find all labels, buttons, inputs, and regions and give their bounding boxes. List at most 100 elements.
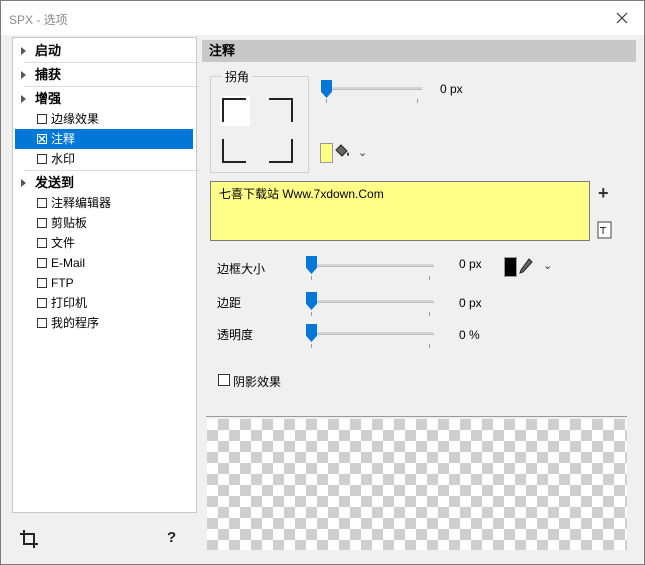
- close-button[interactable]: [600, 1, 644, 35]
- paint-bucket-icon[interactable]: [335, 143, 351, 159]
- slider-tick: [429, 276, 430, 280]
- corner-radius-slider[interactable]: [322, 87, 422, 90]
- svg-text:T: T: [599, 226, 607, 237]
- divider: [24, 86, 200, 87]
- tree-item-ftp[interactable]: FTP: [15, 273, 193, 293]
- slider-tick: [311, 312, 312, 316]
- shadow-effect-checkbox[interactable]: [218, 374, 230, 386]
- annotation-text: 七喜下载站 Www.7xdown.Com: [219, 187, 384, 201]
- tree-item-printer[interactable]: 打印机: [15, 293, 193, 313]
- opacity-slider-thumb[interactable]: [306, 324, 317, 342]
- tree-item-file[interactable]: 文件: [15, 233, 193, 253]
- tree-item-label: 打印机: [51, 296, 88, 310]
- annotation-preview: [207, 419, 627, 550]
- tree-item-annotation[interactable]: 注释: [15, 129, 193, 149]
- file-checkbox[interactable]: [37, 238, 47, 248]
- opacity-label: 透明度: [217, 328, 254, 342]
- margin-slider[interactable]: [307, 300, 434, 303]
- tree-item-label: 启动: [35, 43, 62, 58]
- window-title: SPX - 选项: [9, 13, 68, 27]
- tree-item-label: 水印: [51, 152, 76, 166]
- corner-group-label: 拐角: [222, 68, 253, 85]
- tree-item-label: 发送到: [35, 175, 75, 190]
- margin-value: 0 px: [459, 296, 482, 310]
- tree-item-clipboard[interactable]: 剪贴板: [15, 213, 193, 233]
- tree-item-label: E-Mail: [51, 256, 86, 270]
- corner-top-right-button[interactable]: [269, 98, 293, 122]
- category-tree[interactable]: 启动 捕获 增强 边缘效果 注释 水印 发送到 注释编辑器 剪贴板 文件 E-M…: [12, 37, 200, 513]
- add-button[interactable]: +: [598, 183, 609, 204]
- annotation-text-area[interactable]: 七喜下载站 Www.7xdown.Com: [210, 181, 590, 241]
- tree-item-label: 我的程序: [51, 316, 100, 330]
- clipboard-checkbox[interactable]: [37, 218, 47, 228]
- tree-item-watermark[interactable]: 水印: [15, 149, 193, 169]
- slider-tick: [417, 99, 418, 103]
- tree-item-label: 注释: [51, 132, 76, 146]
- tree-item-capture[interactable]: 捕获: [15, 65, 193, 85]
- tree-item-email[interactable]: E-Mail: [15, 253, 193, 273]
- opacity-value: 0 %: [459, 328, 480, 342]
- shadow-effect-label[interactable]: 阴影效果: [233, 373, 281, 390]
- corner-bottom-left-button[interactable]: [222, 139, 246, 163]
- border-size-slider[interactable]: [307, 264, 434, 267]
- margin-slider-thumb[interactable]: [306, 292, 317, 310]
- tree-item-annotation-editor[interactable]: 注释编辑器: [15, 193, 193, 213]
- corner-top-left-button[interactable]: [222, 98, 246, 122]
- divider: [24, 62, 200, 63]
- slider-tick: [326, 99, 327, 103]
- settings-panel: 注释 拐角 0 px ⌄ 七喜下载站 Www.7xdown.Com + T 边框…: [202, 37, 636, 557]
- tree-item-edge-effect[interactable]: 边缘效果: [15, 109, 193, 129]
- help-button[interactable]: ?: [167, 529, 185, 549]
- watermark-checkbox[interactable]: [37, 154, 47, 164]
- tree-item-startup[interactable]: 启动: [15, 41, 193, 61]
- my-program-checkbox[interactable]: [37, 318, 47, 328]
- tree-item-my-program[interactable]: 我的程序: [15, 313, 193, 333]
- expand-arrow-icon: [21, 95, 26, 103]
- annotation-checkbox[interactable]: [37, 134, 47, 144]
- preview-divider: [206, 416, 627, 417]
- crop-icon: [20, 530, 38, 548]
- fill-color-swatch[interactable]: [320, 143, 333, 163]
- border-color-swatch[interactable]: [504, 257, 517, 277]
- expand-arrow-icon: [21, 179, 26, 187]
- tree-item-send-to[interactable]: 发送到: [15, 173, 193, 193]
- corner-radius-slider-thumb[interactable]: [321, 80, 332, 98]
- expand-arrow-icon: [21, 47, 26, 55]
- options-window: SPX - 选项 启动 捕获 增强 边缘效果 注释 水印 发送到 注释编辑器 剪…: [0, 0, 645, 565]
- slider-tick: [429, 344, 430, 348]
- crop-button[interactable]: [19, 529, 41, 551]
- tree-item-label: 增强: [35, 91, 62, 106]
- border-color-dropdown-chevron-icon[interactable]: ⌄: [543, 259, 552, 272]
- check-x-icon: [38, 135, 46, 143]
- slider-tick: [311, 276, 312, 280]
- tree-item-label: 边缘效果: [51, 112, 100, 126]
- email-checkbox[interactable]: [37, 258, 47, 268]
- fill-color-dropdown-chevron-icon[interactable]: ⌄: [358, 146, 367, 159]
- printer-checkbox[interactable]: [37, 298, 47, 308]
- margin-label: 边距: [217, 296, 242, 310]
- slider-tick: [429, 312, 430, 316]
- border-size-slider-thumb[interactable]: [306, 256, 317, 274]
- annotation-editor-checkbox[interactable]: [37, 198, 47, 208]
- pencil-icon[interactable]: [519, 258, 533, 274]
- tree-item-label: FTP: [51, 276, 74, 290]
- border-size-label: 边框大小: [217, 262, 266, 276]
- corner-bottom-right-button[interactable]: [269, 139, 293, 163]
- border-size-value: 0 px: [459, 257, 482, 271]
- edge-effect-checkbox[interactable]: [37, 114, 47, 124]
- ftp-checkbox[interactable]: [37, 278, 47, 288]
- tree-item-label: 剪贴板: [51, 216, 88, 230]
- text-template-icon[interactable]: T: [597, 221, 613, 239]
- corner-radius-value: 0 px: [440, 82, 463, 96]
- tree-item-label: 注释编辑器: [51, 196, 112, 210]
- section-header: 注释: [202, 40, 636, 62]
- tree-item-enhance[interactable]: 增强: [15, 89, 193, 109]
- tree-item-label: 文件: [51, 236, 76, 250]
- title-bar: SPX - 选项: [1, 1, 644, 35]
- divider: [24, 170, 200, 171]
- slider-tick: [311, 344, 312, 348]
- close-icon: [616, 12, 628, 24]
- opacity-slider[interactable]: [307, 332, 434, 335]
- expand-arrow-icon: [21, 71, 26, 79]
- tree-item-label: 捕获: [35, 67, 62, 82]
